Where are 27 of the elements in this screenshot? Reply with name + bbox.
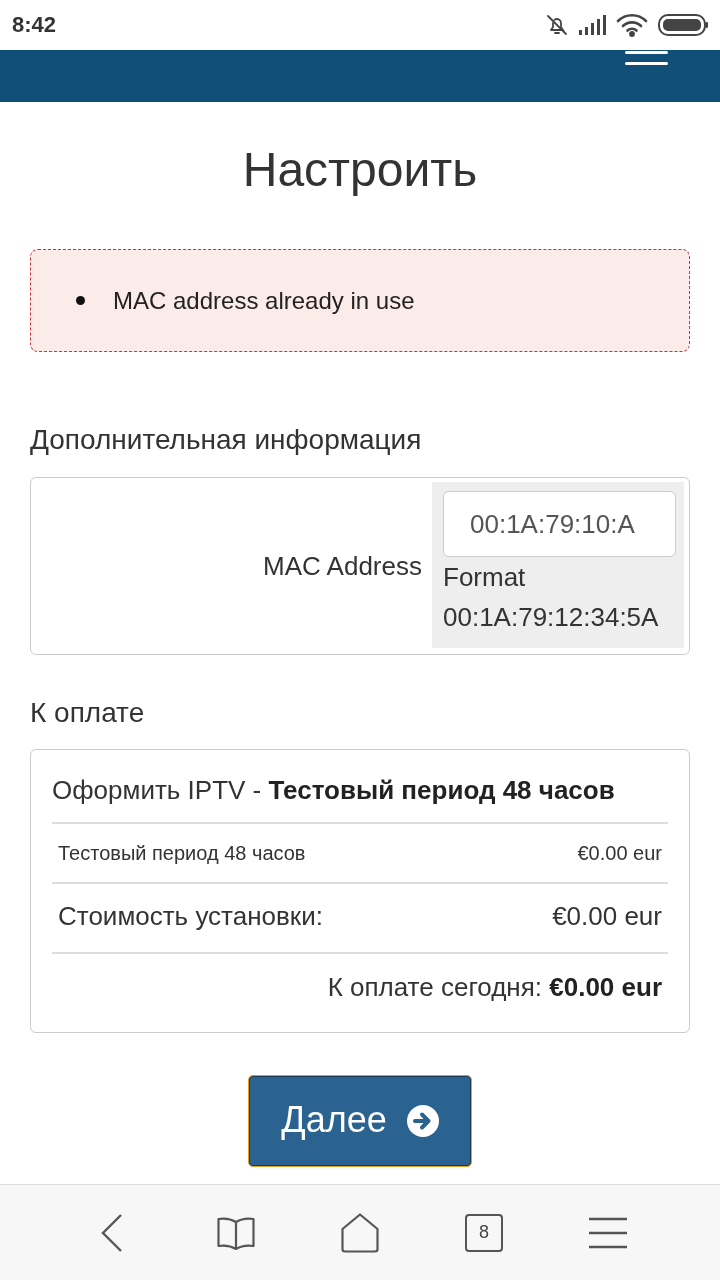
section-heading: Дополнительная информация [30, 423, 423, 457]
bell-off-icon [545, 13, 569, 37]
next-button[interactable]: Далее [248, 1075, 472, 1167]
error-message: MAC address already in use [113, 286, 415, 315]
arrow-circle-icon [406, 1105, 439, 1137]
wifi-icon [616, 13, 648, 37]
section-heading: К оплате [30, 696, 146, 730]
signal-icon [579, 15, 606, 35]
order-title: Оформить IPTV - Тестовый период 48 часов [52, 772, 668, 824]
line-label: Тестовый период 48 часов [58, 841, 306, 866]
menu-icon[interactable] [625, 50, 668, 66]
home-button[interactable] [341, 1212, 379, 1253]
field-label: MAC Address [263, 550, 422, 582]
bookmarks-button[interactable] [217, 1215, 255, 1250]
line-label: Стоимость установки: [58, 900, 323, 933]
battery-icon [658, 14, 708, 36]
line-amount: €0.00 eur [552, 900, 662, 933]
status-time: 8:42 [12, 12, 57, 38]
page-title: Настроить [241, 142, 479, 198]
menu-button[interactable] [589, 1216, 627, 1249]
format-hint: Format 00:1A:79:12:34:5A [443, 561, 660, 634]
back-button[interactable] [101, 1213, 123, 1252]
total-due: К оплате сегодня: €0.00 eur [326, 971, 663, 1004]
tabs-button[interactable]: 8 [465, 1213, 503, 1252]
bullet-icon [76, 296, 85, 305]
line-amount: €0.00 eur [577, 841, 662, 866]
mac-address-field[interactable]: 00:1A:79:10:A [443, 491, 676, 557]
